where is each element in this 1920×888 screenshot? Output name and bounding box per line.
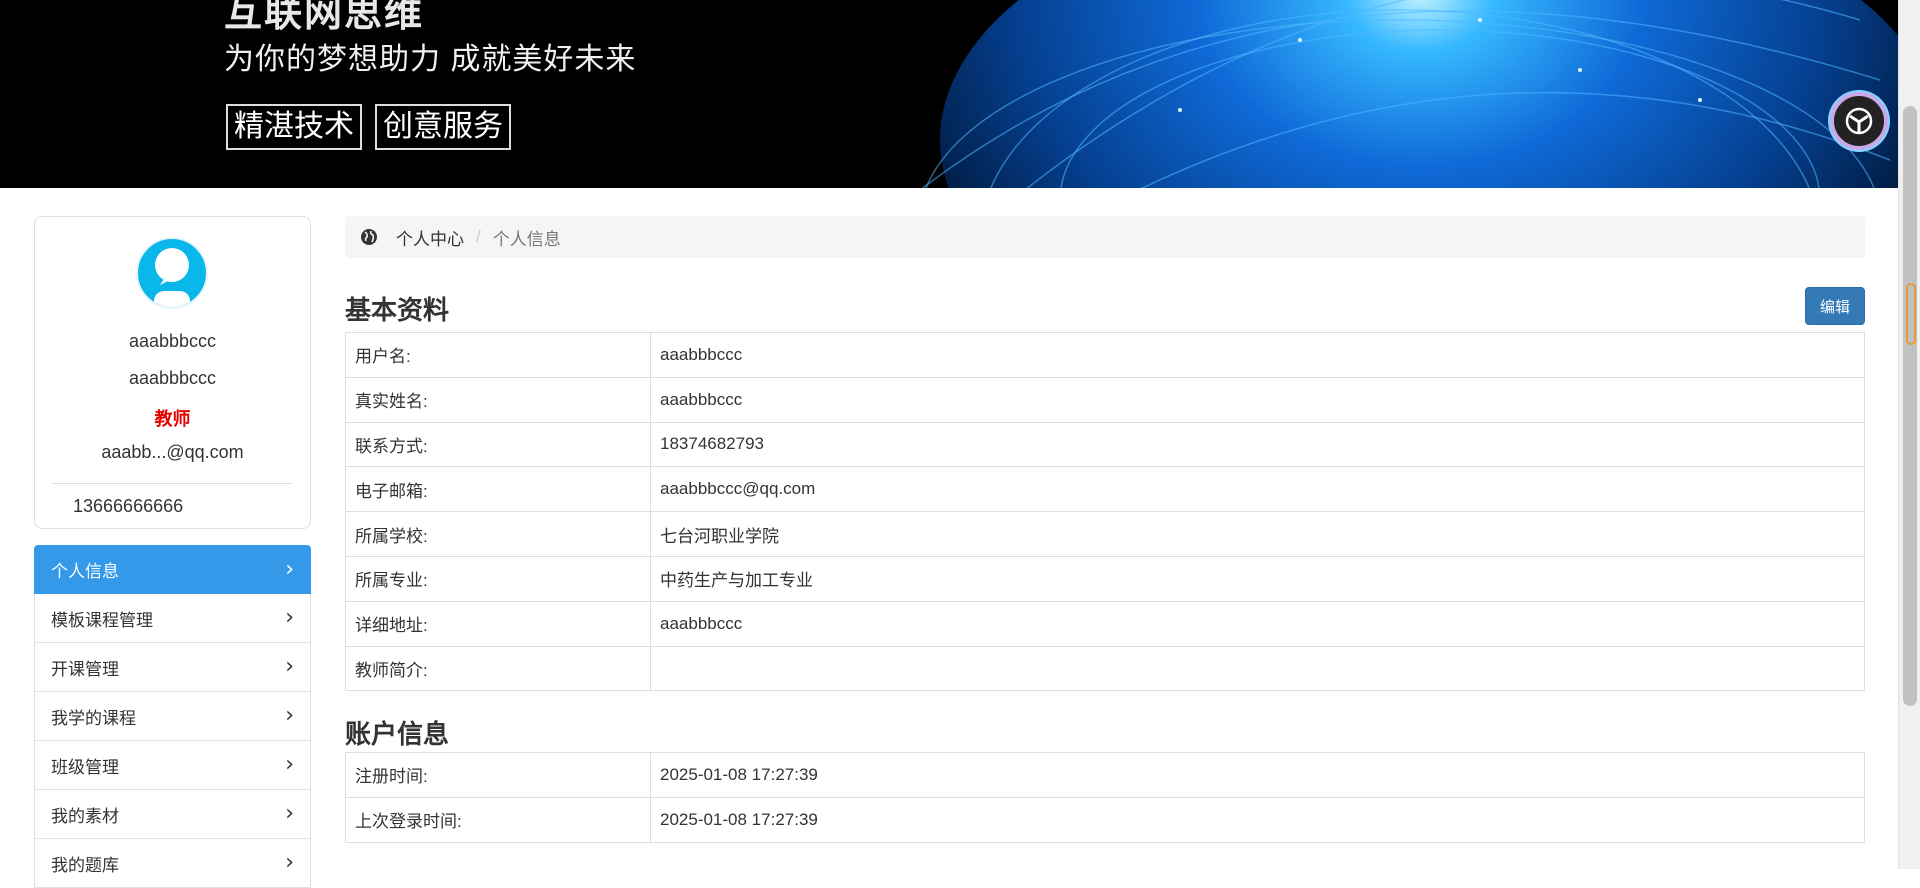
network-arcs-decoration xyxy=(921,0,1891,188)
table-row: 真实姓名: aaabbbccc xyxy=(345,376,1865,423)
edit-button[interactable]: 编辑 xyxy=(1805,287,1865,325)
profile-realname: aaabbbccc xyxy=(128,368,217,388)
field-label: 所属专业: xyxy=(345,555,651,602)
sidebar-item-my-courses[interactable]: 我学的课程 › xyxy=(34,692,311,741)
banner-title: 互联网思维 xyxy=(224,0,425,35)
sidebar-item-label: 我学的课程 xyxy=(51,708,136,728)
account-info-title: 账户信息 xyxy=(345,719,450,749)
field-value xyxy=(650,645,1865,692)
table-row: 所属专业: 中药生产与加工专业 xyxy=(345,555,1865,602)
field-label: 上次登录时间: xyxy=(345,796,651,843)
profile-divider xyxy=(52,483,292,484)
sidebar-item-label: 班级管理 xyxy=(51,757,119,777)
sidebar-item-label: 个人信息 xyxy=(51,562,119,581)
field-label: 注册时间: xyxy=(345,752,651,798)
chevron-right-icon: › xyxy=(285,703,294,728)
page-scrollbar[interactable] xyxy=(1898,0,1920,869)
header-banner: 互联网思维 为你的梦想助力 成就美好未来 精湛技术 创意服务 xyxy=(0,0,1898,188)
profile-card: aaabbbccc aaabbbccc 教师 aaabb...@qq.com 1… xyxy=(34,216,311,529)
field-value: 18374682793 xyxy=(650,421,1865,468)
breadcrumb: 个人中心 / 个人信息 xyxy=(345,216,1865,258)
profile-username: aaabbbccc xyxy=(128,331,217,351)
sidebar-item-label: 模板课程管理 xyxy=(51,610,153,630)
field-label: 所属学校: xyxy=(345,511,651,557)
field-label: 教师简介: xyxy=(345,645,651,692)
sidebar-item-course-opening[interactable]: 开课管理 › xyxy=(34,643,311,692)
account-info-table: 注册时间: 2025-01-08 17:27:39 上次登录时间: 2025-0… xyxy=(345,752,1865,843)
field-value: aaabbbccc xyxy=(650,332,1865,378)
chevron-right-icon: › xyxy=(285,556,294,582)
table-row: 用户名: aaabbbccc xyxy=(345,332,1865,378)
field-value: aaabbbccc xyxy=(650,600,1865,647)
profile-email: aaabb...@qq.com xyxy=(101,442,244,462)
field-value: 2025-01-08 17:27:39 xyxy=(650,752,1865,798)
sidebar-menu: 个人信息 › 模板课程管理 › 开课管理 › 我学的课程 › 班级管理 › 我的… xyxy=(34,545,311,888)
sidebar-item-class-management[interactable]: 班级管理 › xyxy=(34,741,311,790)
avatar[interactable] xyxy=(136,237,208,309)
table-row: 详细地址: aaabbbccc xyxy=(345,600,1865,647)
banner-slogan: 为你的梦想助力 成就美好未来 xyxy=(224,43,637,76)
table-row: 电子邮箱: aaabbbccc@qq.com xyxy=(345,466,1865,513)
field-value: 七台河职业学院 xyxy=(650,511,1865,557)
chevron-right-icon: › xyxy=(285,654,294,679)
chevron-right-icon: › xyxy=(285,801,294,826)
profile-role: 教师 xyxy=(154,409,191,429)
chevron-right-icon: › xyxy=(285,850,294,875)
sidebar-item-template-courses[interactable]: 模板课程管理 › xyxy=(34,594,311,643)
user-avatar-icon xyxy=(154,248,190,307)
chevron-right-icon: › xyxy=(285,752,294,777)
field-label: 电子邮箱: xyxy=(345,466,651,513)
basic-info-title: 基本资料 xyxy=(345,295,450,325)
table-row: 教师简介: xyxy=(345,645,1865,692)
floating-assistant-button[interactable] xyxy=(1830,92,1888,150)
table-row: 联系方式: 18374682793 xyxy=(345,421,1865,468)
field-value: aaabbbccc xyxy=(650,376,1865,423)
sidebar-item-question-bank[interactable]: 我的题库 › xyxy=(34,839,311,888)
profile-phone: 13666666666 xyxy=(73,496,184,516)
breadcrumb-separator: / xyxy=(476,227,481,246)
field-value: 中药生产与加工专业 xyxy=(650,555,1865,602)
field-label: 详细地址: xyxy=(345,600,651,647)
banner-tag-technology: 精湛技术 xyxy=(226,104,362,150)
field-label: 联系方式: xyxy=(345,421,651,468)
sidebar-item-personal-info[interactable]: 个人信息 › xyxy=(34,545,311,594)
field-value: aaabbbccc@qq.com xyxy=(650,466,1865,513)
banner-tag-service: 创意服务 xyxy=(375,104,511,150)
scroll-position-marker xyxy=(1906,283,1916,345)
field-value: 2025-01-08 17:27:39 xyxy=(650,796,1865,843)
basic-info-table: 用户名: aaabbbccc 真实姓名: aaabbbccc 联系方式: 183… xyxy=(345,332,1865,692)
table-row: 所属学校: 七台河职业学院 xyxy=(345,511,1865,557)
globe-icon xyxy=(361,229,377,245)
breadcrumb-home-link[interactable]: 个人中心 xyxy=(396,225,464,250)
table-row: 上次登录时间: 2025-01-08 17:27:39 xyxy=(345,796,1865,843)
field-label: 真实姓名: xyxy=(345,376,651,423)
table-row: 注册时间: 2025-01-08 17:27:39 xyxy=(345,752,1865,798)
sidebar-item-label: 我的题库 xyxy=(51,855,119,875)
scrollbar-thumb[interactable] xyxy=(1903,106,1917,706)
sidebar-item-label: 开课管理 xyxy=(51,659,119,679)
breadcrumb-current: 个人信息 xyxy=(492,229,561,249)
sidebar-item-label: 我的素材 xyxy=(51,806,119,826)
field-label: 用户名: xyxy=(345,332,651,378)
sidebar-item-my-materials[interactable]: 我的素材 › xyxy=(34,790,311,839)
assistant-logo-icon xyxy=(1845,107,1873,135)
chevron-right-icon: › xyxy=(285,605,294,630)
